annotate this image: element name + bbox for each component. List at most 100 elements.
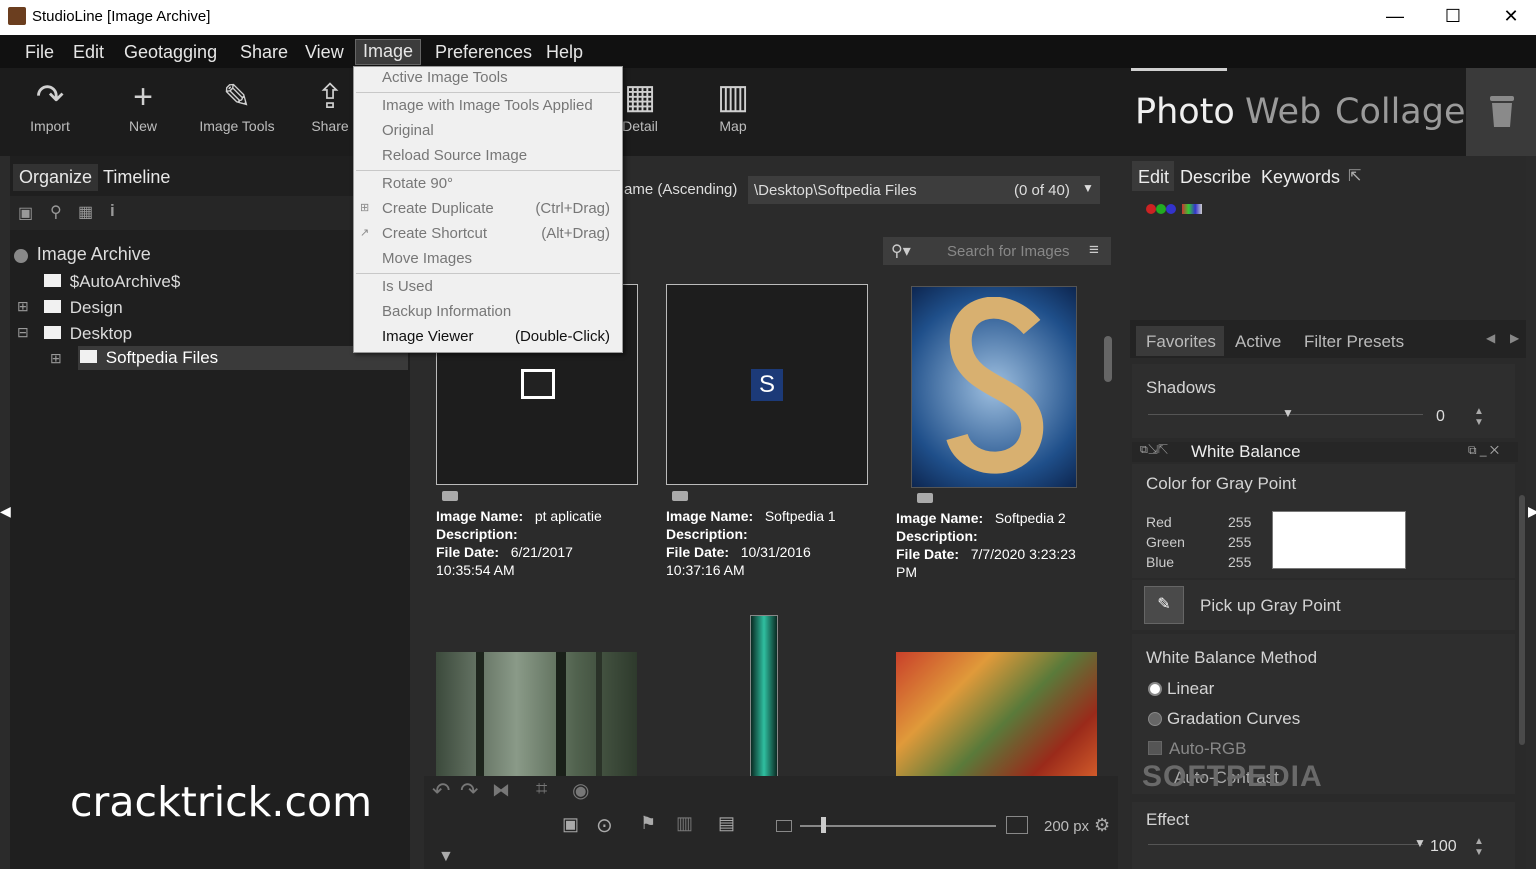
menu-item-is-used[interactable]: Is Used [382, 276, 614, 300]
close-button[interactable]: ✕ [1482, 0, 1536, 33]
gear-icon[interactable]: ⚙ [1094, 815, 1110, 836]
image-thumb-2[interactable]: S [666, 284, 868, 485]
menu-file[interactable]: File [18, 41, 61, 65]
sort-label[interactable]: ame (Ascending) [624, 181, 737, 198]
gradation-label[interactable]: Gradation Curves [1167, 709, 1300, 729]
collapse-icon[interactable]: ⊟ [17, 324, 29, 341]
radio-linear[interactable] [1148, 682, 1162, 696]
detach-icon[interactable]: ⇱ [1348, 166, 1361, 186]
collapse-right-icon[interactable]: ▶ [1528, 503, 1536, 520]
delete-icon[interactable]: ▥ [676, 813, 693, 834]
menu-item-image-viewer[interactable]: Image Viewer (Double-Click) [382, 326, 614, 350]
path-dropdown[interactable]: \Desktop\Softpedia Files (0 of 40) ▼ [748, 176, 1100, 204]
menu-item-reload-source[interactable]: Reload Source Image [382, 145, 614, 169]
window-controls-icon[interactable]: ⧉ _ ✕ [1468, 443, 1499, 458]
menu-item-original[interactable]: Original [382, 120, 614, 144]
expand-icon[interactable]: ⊞ [17, 298, 29, 315]
right-scrollbar[interactable] [1519, 495, 1525, 745]
menu-item-rotate[interactable]: Rotate 90° [382, 173, 614, 197]
tab-describe[interactable]: Describe [1180, 167, 1251, 188]
arrow-left-icon[interactable]: ◀ [1486, 331, 1495, 345]
stepper-icon[interactable]: ▲ ▼ [1474, 406, 1484, 428]
flag-icon[interactable]: ⚑ [640, 813, 656, 834]
menu-view[interactable]: View [298, 41, 351, 65]
menu-help[interactable]: Help [539, 41, 590, 65]
search-box[interactable]: ⚲▾ Search for Images ≡ [883, 237, 1111, 265]
new-button[interactable]: + New [103, 76, 183, 134]
menu-item-image-with-tools[interactable]: Image with Image Tools Applied [382, 95, 614, 119]
image-thumb-leaves[interactable] [896, 652, 1097, 776]
linear-label[interactable]: Linear [1167, 679, 1214, 699]
tab-favorites[interactable]: Favorites [1146, 332, 1216, 352]
menu-image[interactable]: Image [355, 39, 422, 65]
eyedropper-icon[interactable]: ✎ [1144, 586, 1184, 624]
filter-icon[interactable]: ▼ [438, 848, 454, 866]
menu-geotagging[interactable]: Geotagging [117, 41, 224, 65]
checkbox-auto-rgb[interactable] [1148, 741, 1162, 755]
new-folder-icon[interactable]: ▣ [18, 203, 33, 223]
rotate-left-icon[interactable]: ↶ [432, 778, 450, 804]
pick-gray-point-label[interactable]: Pick up Gray Point [1200, 596, 1341, 616]
menu-preferences[interactable]: Preferences [428, 41, 539, 65]
slider-handle[interactable]: ▼ [1282, 406, 1294, 420]
zoom-slider[interactable] [800, 825, 996, 827]
tree-root[interactable]: Image Archive [14, 244, 151, 265]
maximize-button[interactable]: ☐ [1424, 0, 1482, 33]
slideshow-icon[interactable]: ▣ [562, 814, 579, 835]
tab-active[interactable]: Active [1235, 332, 1281, 352]
zoom-slider-handle[interactable] [821, 817, 826, 833]
menu-item-move-images[interactable]: Move Images [382, 248, 614, 272]
scrollbar[interactable] [1104, 284, 1112, 776]
image-tools-button[interactable]: ✎ Image Tools [197, 76, 277, 134]
auto-rgb-label[interactable]: Auto-RGB [1169, 739, 1246, 759]
tree-item-design[interactable]: Design [44, 298, 123, 318]
grid-icon[interactable]: ▦ [78, 202, 93, 222]
flip-icon[interactable]: ⧓ [492, 780, 510, 801]
collapse-left-icon[interactable]: ◀ [0, 503, 11, 520]
import-button[interactable]: ↷ Import [10, 76, 90, 134]
edit-info-icon[interactable]: ▤ [718, 813, 735, 834]
menu-item-label: Create Shortcut [382, 225, 488, 242]
menu-item-backup-info[interactable]: Backup Information [382, 301, 614, 325]
menu-item-shortcut: (Double-Click) [514, 328, 610, 345]
trash-button[interactable] [1466, 68, 1536, 156]
image-thumb-strip[interactable] [750, 615, 778, 778]
mode-web[interactable]: Web [1245, 92, 1321, 132]
expand-icon[interactable]: ⊞ [50, 350, 62, 367]
arrow-right-icon[interactable]: ▶ [1510, 331, 1519, 345]
menu-item-create-shortcut[interactable]: Create Shortcut (Alt+Drag) [382, 223, 614, 247]
image-thumb-forest[interactable] [436, 652, 637, 776]
radio-gradation[interactable] [1148, 712, 1162, 726]
tab-edit[interactable]: Edit [1138, 167, 1169, 188]
image-thumb-3[interactable] [911, 286, 1077, 488]
tab-filter-presets[interactable]: Filter Presets [1304, 332, 1404, 352]
tab-timeline[interactable]: Timeline [97, 164, 176, 191]
map-button[interactable]: ▥ Map [693, 76, 773, 134]
info-icon[interactable]: i [110, 201, 115, 221]
tab-organize[interactable]: Organize [13, 164, 99, 191]
mode-collage[interactable]: Collage [1335, 92, 1466, 132]
minimize-button[interactable]: — [1366, 0, 1424, 33]
eye-icon[interactable]: ◉ [572, 778, 589, 803]
stepper-icon[interactable]: ▲ ▼ [1474, 836, 1484, 858]
shadows-value[interactable]: 0 [1436, 408, 1445, 426]
tree-item-desktop[interactable]: Desktop [44, 324, 132, 344]
slider-handle[interactable]: ▼ [1414, 836, 1426, 850]
tab-keywords[interactable]: Keywords [1261, 167, 1340, 188]
new-label: New [128, 118, 157, 134]
menu-edit[interactable]: Edit [66, 41, 111, 65]
effect-value[interactable]: 100 [1430, 838, 1457, 856]
tree-item-autoarchive[interactable]: $AutoArchive$ [44, 272, 180, 292]
crop-icon[interactable]: ⌗ [536, 778, 547, 801]
search-icon[interactable]: ⚲ [50, 202, 62, 222]
scrollbar-thumb[interactable] [1104, 336, 1112, 382]
menu-item-active-image-tools[interactable]: Active Image Tools [382, 67, 614, 91]
mode-photo[interactable]: Photo [1135, 92, 1235, 132]
effect-slider[interactable] [1148, 844, 1423, 845]
search-input[interactable]: Search for Images [947, 243, 1070, 260]
menu-item-create-duplicate[interactable]: Create Duplicate (Ctrl+Drag) [382, 198, 614, 222]
play-icon[interactable]: ⊙ [596, 813, 613, 838]
rotate-right-icon[interactable]: ↷ [460, 778, 478, 804]
menu-share[interactable]: Share [233, 41, 295, 65]
menu-icon[interactable]: ≡ [1089, 240, 1099, 260]
